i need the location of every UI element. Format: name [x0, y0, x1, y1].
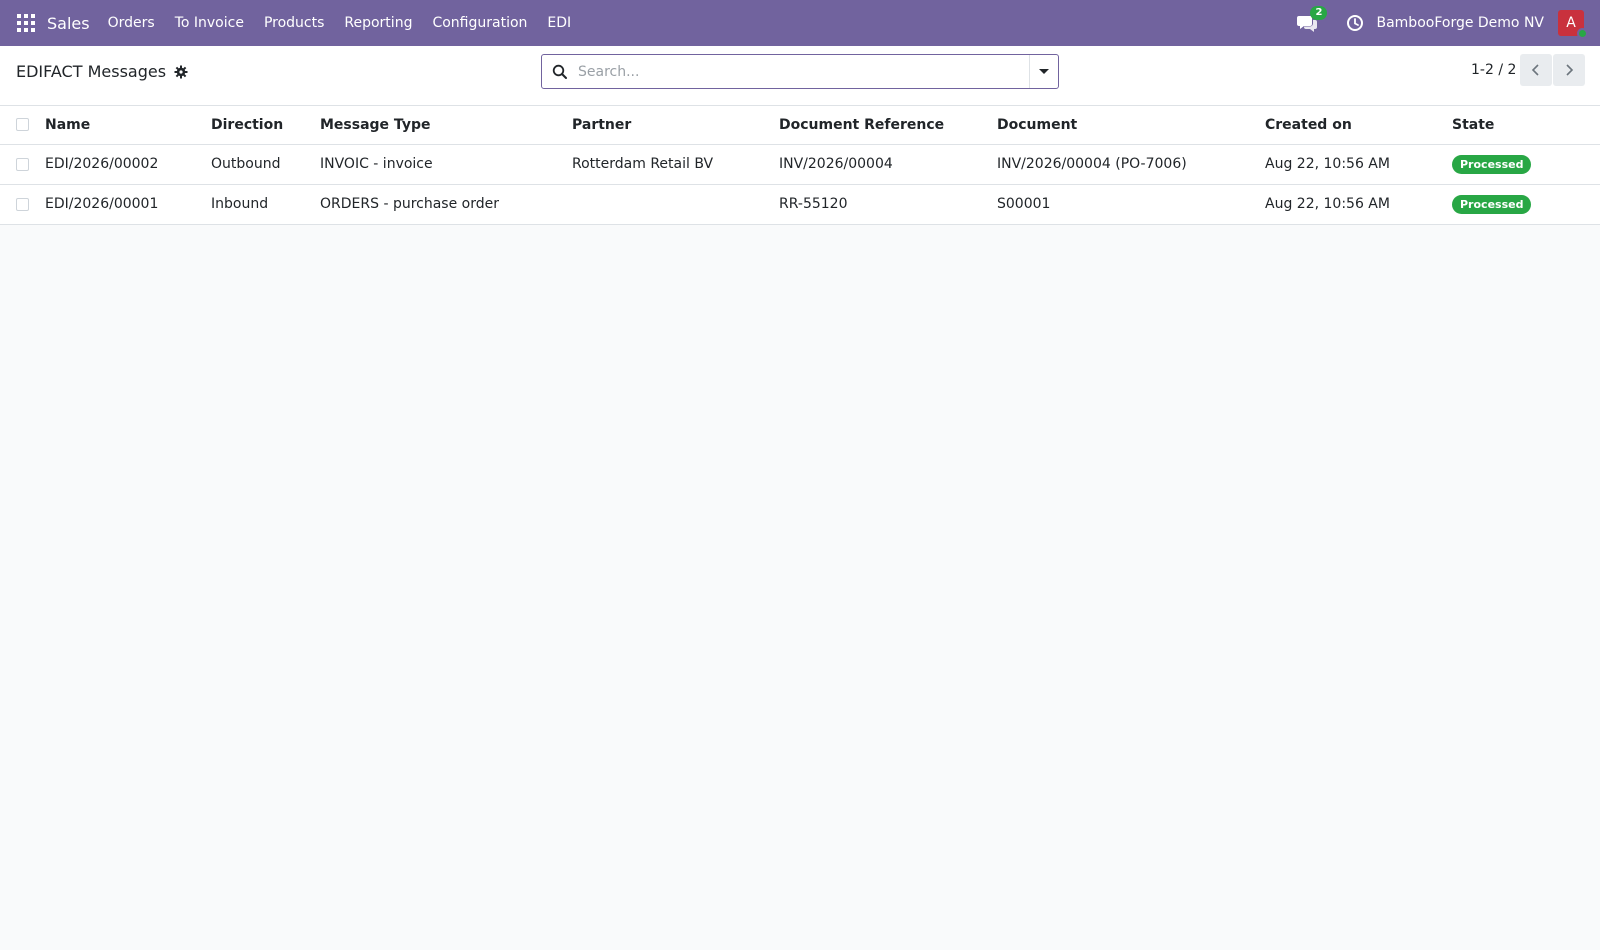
- menu-orders[interactable]: Orders: [108, 15, 155, 31]
- cell-document-reference: RR-55120: [779, 196, 848, 212]
- pager-next-button[interactable]: [1553, 54, 1585, 86]
- select-all-checkbox[interactable]: [16, 118, 29, 132]
- state-badge: Processed: [1452, 154, 1532, 174]
- column-header-created-on[interactable]: Created on: [1265, 106, 1452, 144]
- cell-document: INV/2026/00004 (PO-7006): [997, 156, 1187, 172]
- messaging-button[interactable]: 2: [1296, 6, 1328, 34]
- activity-clock-icon[interactable]: [1346, 14, 1364, 32]
- online-status-indicator: [1577, 28, 1588, 39]
- cell-document: S00001: [997, 196, 1051, 212]
- search-icon: [552, 64, 567, 79]
- caret-down-icon: [1039, 69, 1049, 74]
- company-switcher[interactable]: BambooForge Demo NV: [1376, 15, 1544, 31]
- table-row[interactable]: EDI/2026/00001 Inbound ORDERS - purchase…: [0, 184, 1600, 224]
- search-bar: [541, 54, 1059, 89]
- menu-edi[interactable]: EDI: [547, 15, 571, 31]
- cell-document-reference: INV/2026/00004: [779, 156, 893, 172]
- top-navbar: Sales Orders To Invoice Products Reporti…: [0, 0, 1600, 46]
- row-checkbox[interactable]: [16, 197, 29, 211]
- search-options-toggle[interactable]: [1029, 55, 1058, 88]
- cell-direction: Outbound: [211, 156, 281, 172]
- control-panel: EDIFACT Messages 1-2 / 2: [0, 46, 1600, 106]
- column-header-partner[interactable]: Partner: [572, 106, 779, 144]
- cell-created-on: Aug 22, 10:56 AM: [1265, 196, 1390, 212]
- column-header-state[interactable]: State: [1452, 106, 1600, 144]
- chevron-right-icon: [1566, 64, 1574, 76]
- avatar-initial: A: [1566, 15, 1576, 31]
- column-header-message-type[interactable]: Message Type: [320, 106, 572, 144]
- column-header-document[interactable]: Document: [997, 106, 1265, 144]
- pager-value[interactable]: 1-2 / 2: [1471, 62, 1516, 78]
- gear-icon[interactable]: [174, 65, 188, 79]
- cell-message-type: ORDERS - purchase order: [320, 196, 499, 212]
- cell-direction: Inbound: [211, 196, 269, 212]
- table-header-row: Name Direction Message Type Partner Docu…: [0, 106, 1600, 144]
- menu-to-invoice[interactable]: To Invoice: [175, 15, 244, 31]
- menu-products[interactable]: Products: [264, 15, 324, 31]
- cell-partner: Rotterdam Retail BV: [572, 156, 714, 172]
- page-title: EDIFACT Messages: [16, 62, 167, 81]
- cell-name: EDI/2026/00002: [45, 156, 159, 172]
- menu-reporting[interactable]: Reporting: [344, 15, 412, 31]
- table-row[interactable]: EDI/2026/00002 Outbound INVOIC - invoice…: [0, 144, 1600, 184]
- user-avatar[interactable]: A: [1558, 10, 1588, 39]
- list-view: Name Direction Message Type Partner Docu…: [0, 106, 1600, 225]
- pager-previous-button[interactable]: [1520, 54, 1552, 86]
- breadcrumb: EDIFACT Messages: [16, 62, 188, 81]
- chevron-left-icon: [1531, 64, 1539, 76]
- row-checkbox[interactable]: [16, 157, 29, 171]
- cell-created-on: Aug 22, 10:56 AM: [1265, 156, 1390, 172]
- column-header-name[interactable]: Name: [45, 106, 211, 144]
- column-header-direction[interactable]: Direction: [211, 106, 320, 144]
- cell-partner: [572, 184, 779, 224]
- state-badge: Processed: [1452, 194, 1532, 214]
- cell-name: EDI/2026/00001: [45, 196, 159, 212]
- search-input[interactable]: [578, 56, 1029, 87]
- menu-configuration[interactable]: Configuration: [432, 15, 527, 31]
- apps-menu-icon[interactable]: [17, 14, 35, 32]
- edifact-messages-table: Name Direction Message Type Partner Docu…: [0, 106, 1600, 225]
- chat-count-badge: 2: [1310, 6, 1328, 20]
- cell-message-type: INVOIC - invoice: [320, 156, 433, 172]
- app-name[interactable]: Sales: [47, 14, 90, 33]
- column-header-document-reference[interactable]: Document Reference: [779, 106, 997, 144]
